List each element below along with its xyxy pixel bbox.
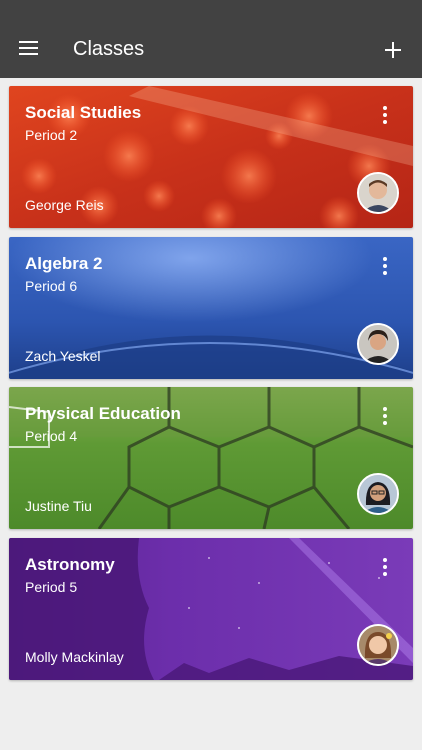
class-card-astronomy[interactable]: Astronomy Period 5 Molly Mackinlay: [9, 538, 413, 680]
class-period: Period 5: [25, 579, 78, 595]
class-name: Algebra 2: [25, 254, 103, 273]
page-title: Classes: [73, 38, 145, 60]
teacher-name: Molly Mackinlay: [25, 649, 124, 665]
class-name: Astronomy: [25, 555, 115, 574]
teacher-name: Zach Yeskel: [25, 348, 101, 364]
teacher-avatar: [357, 473, 399, 515]
teacher-name: Justine Tiu: [25, 498, 92, 514]
class-card-social-studies[interactable]: Social Studies Period 2 George Reis: [9, 86, 413, 228]
class-period: Period 6: [25, 278, 78, 294]
teacher-name: George Reis: [25, 197, 104, 213]
class-name: Social Studies: [25, 103, 142, 122]
app-bar: Classes: [0, 0, 422, 78]
teacher-avatar: [357, 624, 399, 666]
class-card-physical-education[interactable]: Physical Education Period 4 Justine Tiu: [9, 387, 413, 529]
class-name: Physical Education: [25, 404, 181, 423]
class-period: Period 4: [25, 428, 78, 444]
hamburger-menu-icon[interactable]: [17, 38, 41, 60]
more-vertical-icon[interactable]: [375, 104, 395, 126]
add-class-button[interactable]: [380, 37, 406, 63]
teacher-avatar: [357, 172, 399, 214]
more-vertical-icon[interactable]: [375, 255, 395, 277]
class-period: Period 2: [25, 127, 78, 143]
more-vertical-icon[interactable]: [375, 405, 395, 427]
more-vertical-icon[interactable]: [375, 556, 395, 578]
class-card-algebra-2[interactable]: Algebra 2 Period 6 Zach Yeskel: [9, 237, 413, 379]
teacher-avatar: [357, 323, 399, 365]
